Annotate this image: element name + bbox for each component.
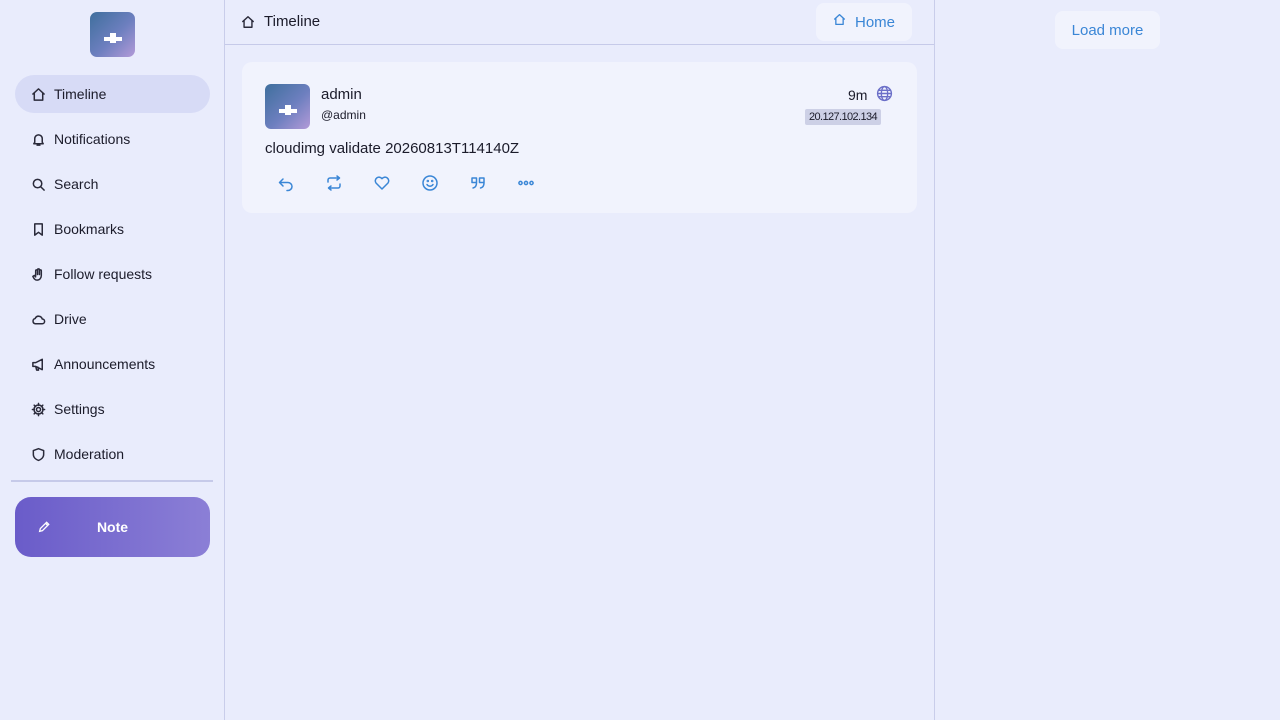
cloud-icon bbox=[31, 312, 46, 327]
bookmark-icon bbox=[31, 222, 46, 237]
load-more-button[interactable]: Load more bbox=[1055, 11, 1160, 49]
note-display-name[interactable]: admin bbox=[321, 86, 362, 103]
sidebar-item-label: Moderation bbox=[54, 446, 125, 462]
sidebar-item-search[interactable]: Search bbox=[15, 165, 210, 203]
heart-icon[interactable] bbox=[373, 174, 391, 192]
note-card: admin @admin 9m 20.127.102.134 cloudimg … bbox=[242, 62, 917, 213]
sidebar-item-label: Follow requests bbox=[54, 266, 153, 282]
reply-icon[interactable] bbox=[277, 174, 295, 192]
home-icon bbox=[242, 15, 254, 28]
pencil-icon bbox=[37, 520, 51, 534]
page-header: Timeline Home bbox=[225, 0, 934, 45]
sidebar-item-moderation[interactable]: Moderation bbox=[15, 435, 210, 473]
sidebar-item-follow-requests[interactable]: Follow requests bbox=[15, 255, 210, 293]
home-icon bbox=[31, 87, 46, 102]
note-actions bbox=[277, 174, 565, 192]
tab-home[interactable]: Home bbox=[816, 3, 912, 41]
search-icon bbox=[31, 177, 46, 192]
sidebar-item-label: Timeline bbox=[54, 86, 107, 102]
megaphone-icon bbox=[31, 357, 46, 372]
quote-icon[interactable] bbox=[469, 174, 487, 192]
more-icon[interactable] bbox=[517, 174, 535, 192]
sidebar-item-label: Drive bbox=[54, 311, 87, 327]
renote-icon[interactable] bbox=[325, 174, 343, 192]
sidebar-divider bbox=[11, 480, 213, 482]
note-time[interactable]: 9m bbox=[848, 87, 867, 103]
tab-home-label: Home bbox=[854, 13, 895, 31]
gear-icon bbox=[31, 402, 46, 417]
main-column: Timeline Home admin @admin 9m 20.127.102… bbox=[225, 0, 935, 720]
instance-logo[interactable] bbox=[90, 12, 135, 57]
sidebar-item-label: Announcements bbox=[54, 356, 156, 372]
sidebar-item-label: Settings bbox=[54, 401, 105, 417]
sidebar-nav: Timeline Notifications Search Bookmarks … bbox=[15, 75, 210, 480]
sidebar-item-announcements[interactable]: Announcements bbox=[15, 345, 210, 383]
avatar[interactable] bbox=[265, 84, 310, 129]
sidebar-item-label: Bookmarks bbox=[54, 221, 125, 237]
sidebar-item-label: Notifications bbox=[54, 131, 131, 147]
bell-icon bbox=[31, 132, 46, 147]
sidebar-item-label: Search bbox=[54, 176, 99, 192]
emoji-icon[interactable] bbox=[421, 174, 439, 192]
sidebar-item-notifications[interactable]: Notifications bbox=[15, 120, 210, 158]
shield-icon bbox=[31, 447, 46, 462]
note-button-label: Note bbox=[96, 519, 129, 535]
instance-ticker: 20.127.102.134 bbox=[805, 109, 882, 125]
home-icon bbox=[833, 13, 846, 25]
sidebar-item-settings[interactable]: Settings bbox=[15, 390, 210, 428]
page-title-text: Timeline bbox=[264, 13, 321, 30]
note-button[interactable]: Note bbox=[15, 497, 210, 557]
page-title: Timeline bbox=[241, 13, 320, 30]
sidebar: Timeline Notifications Search Bookmarks … bbox=[0, 0, 225, 720]
sidebar-item-bookmarks[interactable]: Bookmarks bbox=[15, 210, 210, 248]
sidebar-item-timeline[interactable]: Timeline bbox=[15, 75, 210, 113]
note-text: cloudimg validate 20260813T114140Z bbox=[265, 140, 520, 157]
sidebar-item-drive[interactable]: Drive bbox=[15, 300, 210, 338]
note-username: @admin bbox=[321, 108, 366, 122]
globe-icon bbox=[876, 85, 893, 102]
hand-icon bbox=[31, 267, 46, 282]
